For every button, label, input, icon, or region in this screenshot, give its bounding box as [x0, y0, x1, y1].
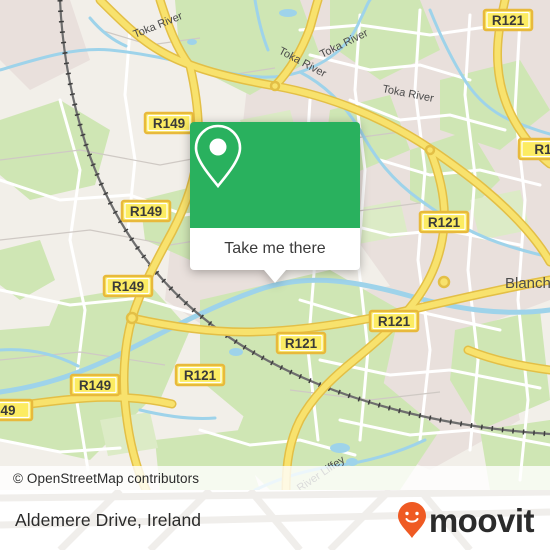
map-screenshot: Toka River Toka River Toka River Toka Ri…	[0, 0, 550, 550]
place-label-blanchardstown: Blanch	[505, 275, 550, 292]
moovit-logo[interactable]: moovit	[397, 490, 535, 550]
moovit-pin-icon	[397, 502, 426, 538]
map-pin-icon	[194, 124, 242, 189]
location-callout[interactable]: Take me there	[190, 122, 360, 283]
callout-header	[190, 122, 360, 228]
map-canvas[interactable]: Toka River Toka River Toka River Toka Ri…	[0, 0, 550, 490]
osm-attribution[interactable]: © OpenStreetMap contributors	[0, 466, 550, 490]
page-title: Aldemere Drive, Ireland	[15, 490, 201, 550]
moovit-wordmark: moovit	[428, 501, 535, 539]
take-me-there-label: Take me there	[224, 240, 326, 257]
footer-bar: Aldemere Drive, Ireland moovit	[0, 490, 550, 550]
osm-attribution-text: © OpenStreetMap contributors	[13, 470, 200, 486]
page-title-text: Aldemere Drive, Ireland	[15, 509, 202, 530]
take-me-there-button[interactable]: Take me there	[190, 228, 360, 270]
callout-pointer	[264, 270, 286, 283]
